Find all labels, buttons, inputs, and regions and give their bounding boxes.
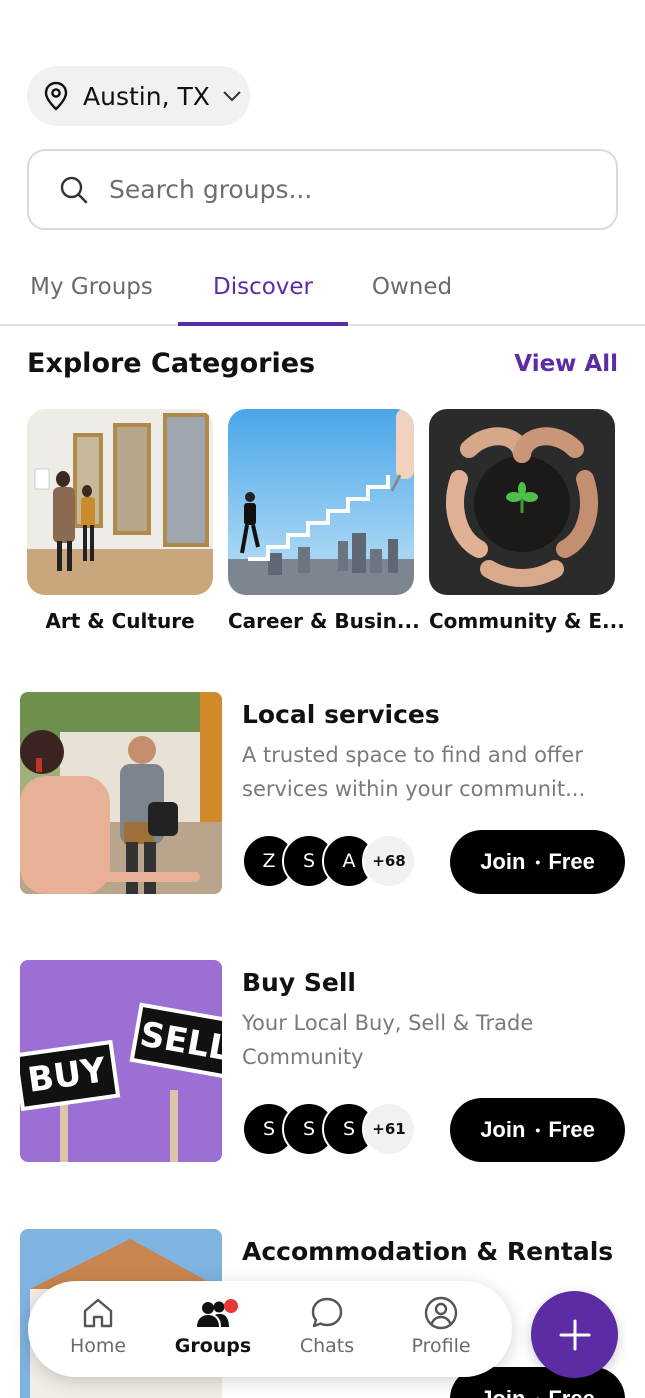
group-card-buy-sell[interactable]: BUY SELL Buy Sell Your Local Buy, Sell &… (20, 960, 625, 1162)
nav-label: Home (69, 1335, 127, 1357)
category-image (27, 409, 213, 595)
join-button[interactable]: Join • Free (450, 1098, 625, 1162)
category-card-art-culture[interactable]: Art & Culture (27, 409, 213, 633)
group-title: Buy Sell (242, 968, 356, 997)
join-label: Join (480, 1117, 526, 1142)
bottom-navigation: Home Groups Chats Profile (28, 1281, 512, 1377)
location-selector[interactable]: Austin, TX (27, 66, 250, 126)
profile-icon (424, 1296, 458, 1330)
nav-label: Chats (299, 1335, 355, 1357)
category-card-career-business[interactable]: Career & Busin... (228, 409, 420, 633)
view-all-link[interactable]: View All (514, 351, 618, 377)
search-icon (60, 176, 88, 203)
group-image: BUY SELL (20, 960, 222, 1162)
member-count-badge: +68 (362, 834, 416, 888)
category-card-community[interactable]: Community & E... (429, 409, 625, 633)
nav-label: Groups (174, 1335, 252, 1357)
nav-home[interactable]: Home (48, 1295, 148, 1357)
search-input[interactable] (109, 175, 549, 204)
nav-label: Profile (411, 1335, 471, 1357)
home-icon (83, 1298, 113, 1328)
tab-owned[interactable]: Owned (348, 250, 476, 324)
group-tabs: My Groups Discover Owned (0, 250, 645, 326)
category-label: Career & Busin... (228, 609, 420, 633)
join-label: Join (480, 849, 526, 874)
tab-discover[interactable]: Discover (178, 250, 348, 326)
notification-badge (224, 1299, 238, 1313)
chat-bubble-icon (311, 1297, 343, 1328)
group-title: Local services (242, 700, 440, 729)
category-image (429, 409, 615, 595)
price-label: Free (548, 1386, 594, 1398)
map-pin-icon (44, 81, 68, 111)
search-bar[interactable] (27, 149, 618, 230)
category-image (228, 409, 414, 595)
location-label: Austin, TX (83, 81, 210, 111)
category-label: Community & E... (429, 609, 625, 633)
separator-dot: • (535, 1391, 540, 1398)
section-title: Explore Categories (27, 348, 316, 379)
nav-profile[interactable]: Profile (391, 1295, 491, 1357)
tab-my-groups[interactable]: My Groups (10, 250, 173, 324)
member-avatars: S S S +61 (242, 1102, 422, 1156)
group-card-local-services[interactable]: Local services A trusted space to find a… (20, 692, 625, 894)
plus-icon (559, 1319, 590, 1350)
join-label: Join (480, 1386, 525, 1398)
chevron-down-icon (223, 91, 241, 102)
category-label: Art & Culture (45, 609, 195, 633)
group-image (20, 692, 222, 894)
member-count-badge: +61 (362, 1102, 416, 1156)
member-avatars: Z S A +68 (242, 834, 422, 888)
nav-chats[interactable]: Chats (277, 1295, 377, 1357)
price-label: Free (548, 1117, 595, 1142)
price-label: Free (548, 849, 595, 874)
separator-dot: • (535, 854, 541, 870)
group-title: Accommodation & Rentals (242, 1237, 614, 1266)
separator-dot: • (535, 1122, 541, 1138)
join-button[interactable]: Join • Free (450, 830, 625, 894)
group-description: A trusted space to find and offer servic… (242, 743, 586, 801)
create-group-button[interactable] (531, 1291, 618, 1378)
nav-groups[interactable]: Groups (163, 1295, 263, 1357)
group-description: Your Local Buy, Sell & Trade Community (242, 1011, 534, 1069)
